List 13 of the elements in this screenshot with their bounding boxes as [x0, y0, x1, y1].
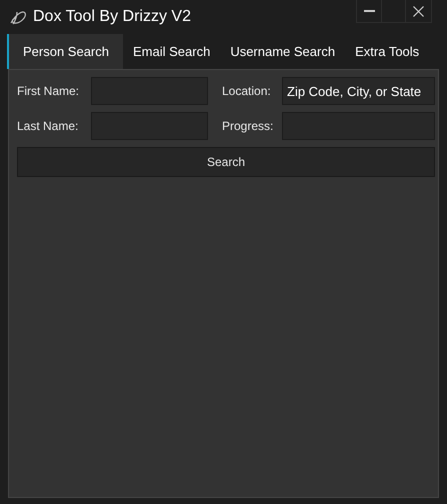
minimize-icon: [364, 10, 374, 12]
field-label: Last Name:: [17, 118, 80, 135]
tab[interactable]: Person Search: [7, 34, 123, 69]
window-title: Dox Tool By Drizzy V2: [33, 7, 191, 27]
close-icon: [413, 6, 424, 16]
field-label: Location:: [221, 83, 272, 100]
field-label: Progress:: [221, 118, 274, 135]
input-field[interactable]: Zip Code, City, or State: [282, 77, 435, 105]
tab[interactable]: Username Search: [220, 34, 346, 69]
search-button[interactable]: Search: [17, 147, 435, 177]
tab[interactable]: Email Search: [123, 34, 220, 69]
field-label: First Name:: [17, 83, 80, 100]
tab[interactable]: Extra Tools: [345, 34, 430, 69]
